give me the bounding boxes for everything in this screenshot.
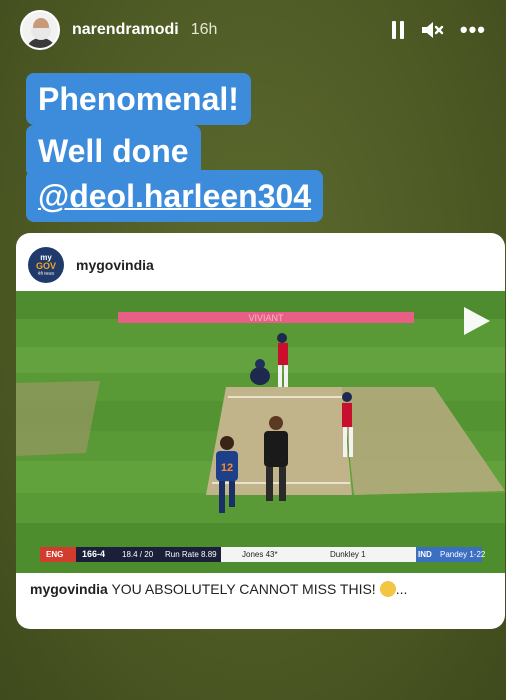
score-batter-2: Dunkley 1 [330, 550, 366, 559]
caption-user[interactable]: mygovindia [30, 581, 108, 597]
post-caption: mygovindia YOU ABSOLUTELY CANNOT MISS TH… [30, 581, 407, 597]
score-overs: 18.4 / 20 [122, 550, 154, 559]
post-account[interactable]: mygovindia [76, 257, 154, 273]
caption-text: YOU ABSOLUTELY CANNOT MISS THIS! [111, 581, 376, 597]
username[interactable]: narendramodi [72, 21, 179, 39]
mention-handle[interactable]: @deol.harleen304 [38, 178, 311, 214]
story-text-line-1: Phenomenal! [26, 73, 251, 125]
scoreboard: ENG 166-4 18.4 / 20 Run Rate 8.89 Jones … [40, 547, 486, 562]
score-team: ENG [46, 550, 64, 559]
shared-post-card[interactable]: my GOV मेरी सरकार mygovindia VIVIANT 12 … [16, 233, 505, 629]
post-time: 16h [190, 21, 218, 38]
pause-icon[interactable] [391, 21, 404, 39]
avatar[interactable] [20, 10, 60, 50]
video-preview[interactable]: VIVIANT 12 ENG 166-4 18.4 / 20 Run Rate … [16, 291, 505, 573]
svg-text:VIVIANT: VIVIANT [248, 313, 284, 323]
more-icon[interactable]: ••• [460, 19, 486, 41]
score-bowling-team: IND [418, 550, 432, 559]
score-total: 166-4 [82, 549, 106, 559]
score-run-rate: Run Rate 8.89 [165, 550, 217, 559]
story-header: narendramodi 16h ••• [20, 8, 486, 52]
score-bowler: Pandey 1-22 [440, 550, 486, 559]
story-controls: ••• [391, 19, 486, 41]
player-number: 12 [221, 462, 233, 474]
score-batter-1: Jones 43* [242, 550, 278, 559]
mind-blown-emoji-icon [379, 581, 396, 597]
post-header: my GOV मेरी सरकार mygovindia [28, 247, 154, 283]
cricket-scene: VIVIANT 12 [16, 291, 505, 573]
caption-ellipsis: ... [395, 581, 408, 597]
mygov-logo[interactable]: my GOV मेरी सरकार [28, 247, 64, 283]
story-mention[interactable]: @deol.harleen304 [26, 170, 324, 222]
mute-icon[interactable] [420, 20, 444, 40]
